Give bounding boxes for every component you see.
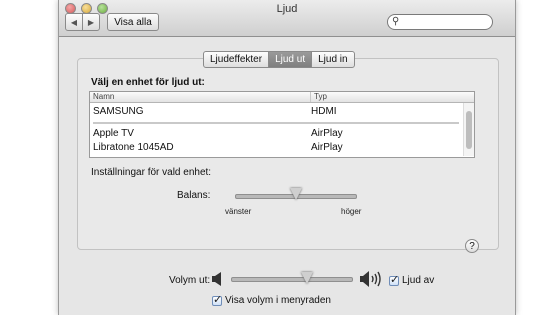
mute-label: Ljud av bbox=[402, 275, 435, 286]
row-divider bbox=[93, 122, 459, 124]
balance-left-label: vänster bbox=[225, 207, 252, 216]
show-all-button[interactable]: Visa alla bbox=[107, 13, 159, 31]
help-button[interactable]: ? bbox=[465, 239, 479, 253]
tab-bar: Ljudeffekter Ljud ut Ljud in bbox=[203, 51, 355, 68]
chevron-left-icon: ◀ bbox=[70, 17, 78, 27]
forward-button[interactable]: ▶ bbox=[82, 14, 99, 30]
column-header-type[interactable]: Typ bbox=[310, 92, 327, 102]
device-type: AirPlay bbox=[311, 142, 343, 153]
choose-device-label: Välj en enhet för ljud ut: bbox=[91, 77, 205, 88]
device-name: SAMSUNG bbox=[93, 106, 144, 117]
balance-slider-knob[interactable] bbox=[290, 188, 302, 200]
balance-label: Balans: bbox=[177, 190, 211, 201]
tab-input[interactable]: Ljud in bbox=[311, 52, 353, 67]
table-header: Namn Typ bbox=[90, 92, 474, 103]
device-settings-label: Inställningar för vald enhet: bbox=[91, 167, 212, 178]
chevron-right-icon: ▶ bbox=[87, 17, 95, 27]
device-type: AirPlay bbox=[311, 128, 343, 139]
device-type: HDMI bbox=[311, 106, 337, 117]
speaker-high-icon bbox=[360, 271, 381, 287]
title-bar: Ljud ◀ ▶ Visa alla ⚲ bbox=[59, 0, 515, 37]
checkbox-checked-icon[interactable] bbox=[389, 273, 399, 286]
device-name: Libratone 1045AD bbox=[93, 142, 174, 153]
output-volume-label: Volym ut: bbox=[169, 275, 211, 286]
column-header-name[interactable]: Namn bbox=[93, 92, 114, 101]
vertical-scrollbar[interactable] bbox=[463, 103, 474, 156]
output-volume-knob[interactable] bbox=[301, 272, 313, 284]
show-volume-in-menu-checkbox[interactable]: Visa volym i menyraden bbox=[212, 293, 331, 306]
speaker-low-icon bbox=[212, 272, 221, 286]
output-volume-slider[interactable] bbox=[231, 277, 353, 282]
checkbox-checked-icon[interactable] bbox=[212, 293, 222, 306]
show-volume-in-menu-label: Visa volym i menyraden bbox=[225, 295, 331, 306]
table-row[interactable]: Apple TV AirPlay bbox=[90, 128, 460, 141]
tab-output[interactable]: Ljud ut bbox=[268, 52, 312, 67]
table-row[interactable]: Libratone 1045AD AirPlay bbox=[90, 142, 460, 155]
scrollbar-thumb[interactable] bbox=[466, 111, 472, 149]
back-button[interactable]: ◀ bbox=[66, 14, 82, 30]
mute-checkbox[interactable]: Ljud av bbox=[389, 273, 435, 286]
balance-right-label: höger bbox=[341, 207, 362, 216]
device-name: Apple TV bbox=[93, 128, 134, 139]
tab-sound-effects[interactable]: Ljudeffekter bbox=[204, 52, 268, 67]
navigation-group: ◀ ▶ bbox=[65, 13, 100, 31]
device-table: Namn Typ SAMSUNG HDMI Apple TV AirPlay L… bbox=[89, 91, 475, 158]
table-row[interactable]: SAMSUNG HDMI bbox=[90, 106, 460, 119]
sound-preferences-window: Ljud ◀ ▶ Visa alla ⚲ Ljudeffekter Ljud u… bbox=[58, 0, 516, 315]
search-icon: ⚲ bbox=[392, 16, 400, 27]
search-input[interactable]: ⚲ bbox=[387, 14, 493, 30]
